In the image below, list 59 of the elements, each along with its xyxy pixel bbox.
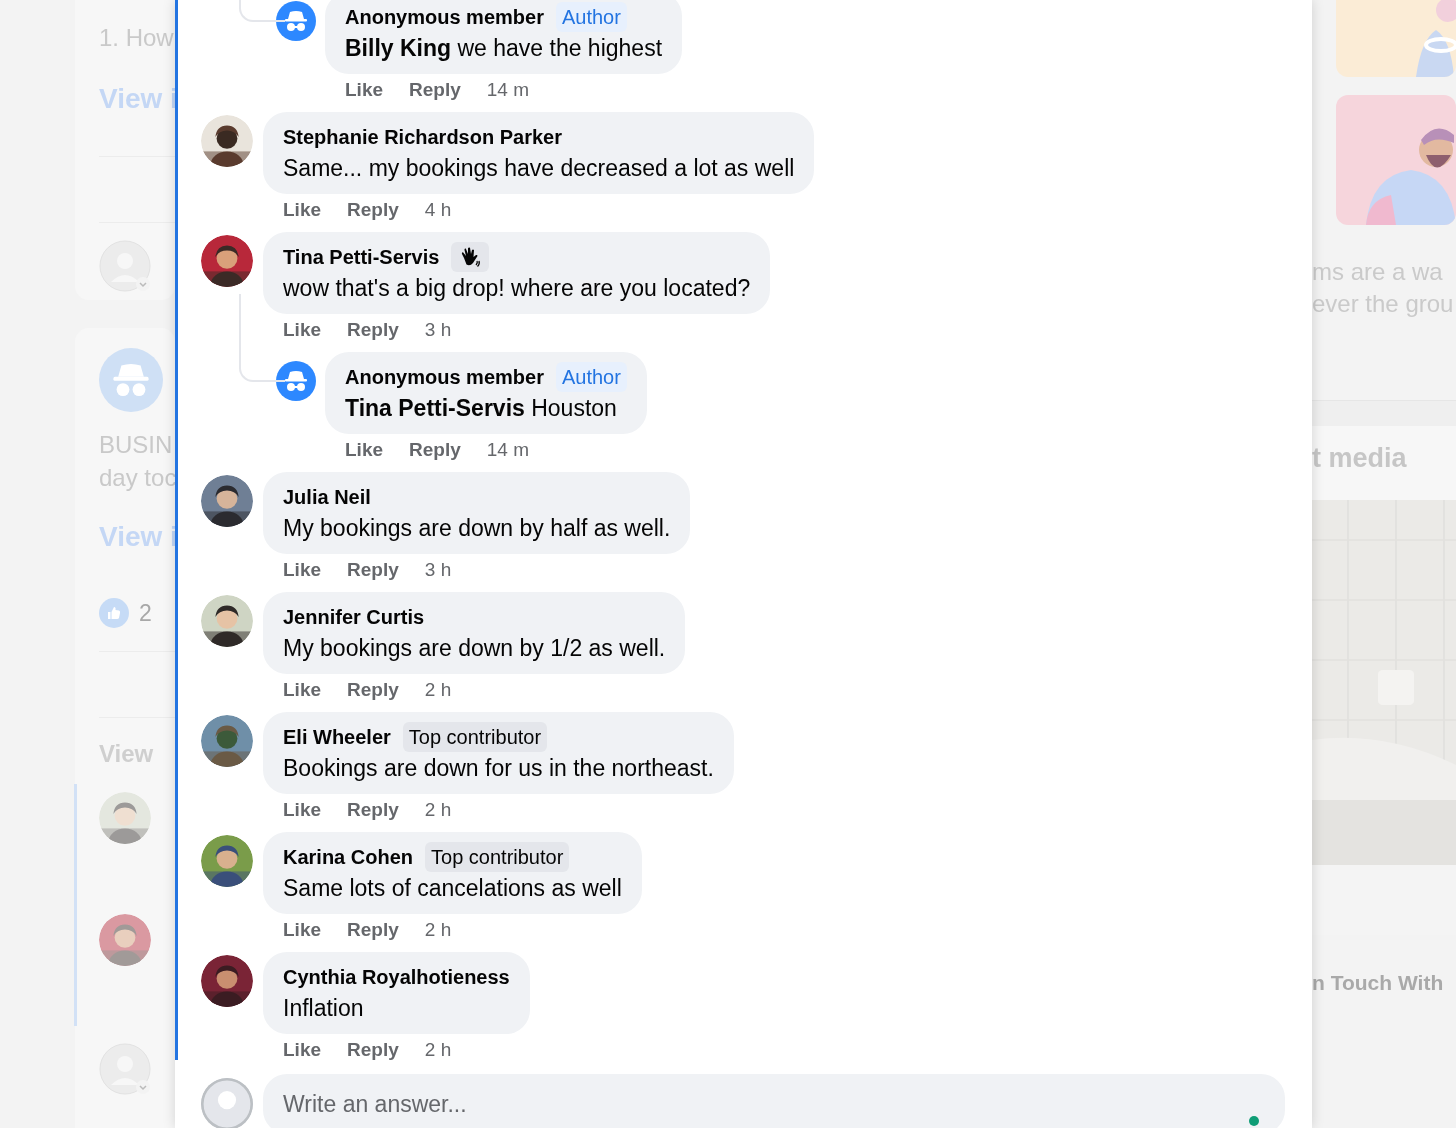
comment-text: My bookings are down by 1/2 as well. <box>283 634 666 663</box>
like-link[interactable]: Like <box>283 1037 322 1060</box>
author-badge: Author <box>555 2 627 32</box>
incognito-avatar-icon <box>99 348 163 412</box>
reply-link[interactable]: Reply <box>347 197 399 223</box>
comment-author[interactable]: Karina Cohen <box>283 842 414 872</box>
comment-author[interactable]: Cynthia Royalhotieness <box>283 962 510 992</box>
incognito-avatar-icon[interactable] <box>276 361 316 401</box>
timestamp: 14 m <box>486 438 530 462</box>
reply-link[interactable]: Reply <box>347 1037 399 1060</box>
comment-text: Same... my bookings have decreased a lot as well <box>283 154 795 183</box>
default-avatar-icon <box>99 1042 151 1095</box>
like-link[interactable]: Like <box>283 317 322 343</box>
section-heading: n Touch With <box>1312 970 1445 996</box>
reply-link[interactable]: Reply <box>409 77 461 103</box>
author-badge: Author <box>555 362 627 392</box>
comment-author[interactable]: Anonymous member <box>345 2 544 32</box>
like-link[interactable]: Like <box>283 557 322 583</box>
comment-author[interactable]: Stephanie Richardson Parker <box>283 122 562 152</box>
like-icon <box>99 598 129 629</box>
reply-link[interactable]: Reply <box>347 677 399 703</box>
like-count: 2 <box>139 599 152 628</box>
comment-text: Same lots of cancelations as well <box>283 874 622 903</box>
comment-author[interactable]: Jennifer Curtis <box>283 602 425 632</box>
comment-author[interactable]: Eli Wheeler <box>283 722 391 752</box>
comment-author[interactable]: Anonymous member <box>345 362 544 392</box>
comment-text: wow that's a big drop! where are you located? <box>283 274 751 303</box>
incognito-avatar-icon[interactable] <box>276 1 316 41</box>
timestamp: 3 h <box>424 318 452 342</box>
like-link[interactable]: Like <box>283 797 322 823</box>
reply-link[interactable]: Reply <box>409 437 461 463</box>
reply-link[interactable]: Reply <box>347 917 399 943</box>
contributor-badge: Top contributor <box>402 722 548 752</box>
timestamp: 2 h <box>424 1038 452 1060</box>
comment-author[interactable]: Tina Petti-Servis <box>283 242 440 272</box>
timestamp: 4 h <box>424 198 452 222</box>
reply-link[interactable]: Reply <box>347 557 399 583</box>
timestamp: 2 h <box>424 918 452 942</box>
like-link[interactable]: Like <box>345 437 384 463</box>
reply-link[interactable]: Reply <box>347 317 399 343</box>
comment-text: My bookings are down by half as well. <box>283 514 671 543</box>
like-link[interactable]: Like <box>283 917 322 943</box>
comment-text: Billy King we have the highest <box>345 34 663 63</box>
comment-author[interactable]: Julia Neil <box>283 482 371 512</box>
contributor-badge: Top contributor <box>425 842 570 872</box>
like-link[interactable]: Like <box>345 77 384 103</box>
comment-text: Tina Petti-Servis Houston <box>345 394 618 423</box>
reply-link[interactable]: Reply <box>347 797 399 823</box>
timestamp: 14 m <box>486 78 530 102</box>
answer-field[interactable]: Write an answer... <box>263 1074 1285 1128</box>
comment-text: Inflation <box>283 994 365 1023</box>
default-avatar-icon <box>99 240 151 292</box>
timestamp: 3 h <box>424 558 452 582</box>
comment-text: Bookings are down for us in the northeast. <box>283 754 714 783</box>
waving-hand-badge-icon <box>451 242 490 272</box>
like-link[interactable]: Like <box>283 197 322 223</box>
like-link[interactable]: Like <box>283 677 322 703</box>
timestamp: 2 h <box>424 678 452 702</box>
timestamp: 2 h <box>424 798 452 822</box>
